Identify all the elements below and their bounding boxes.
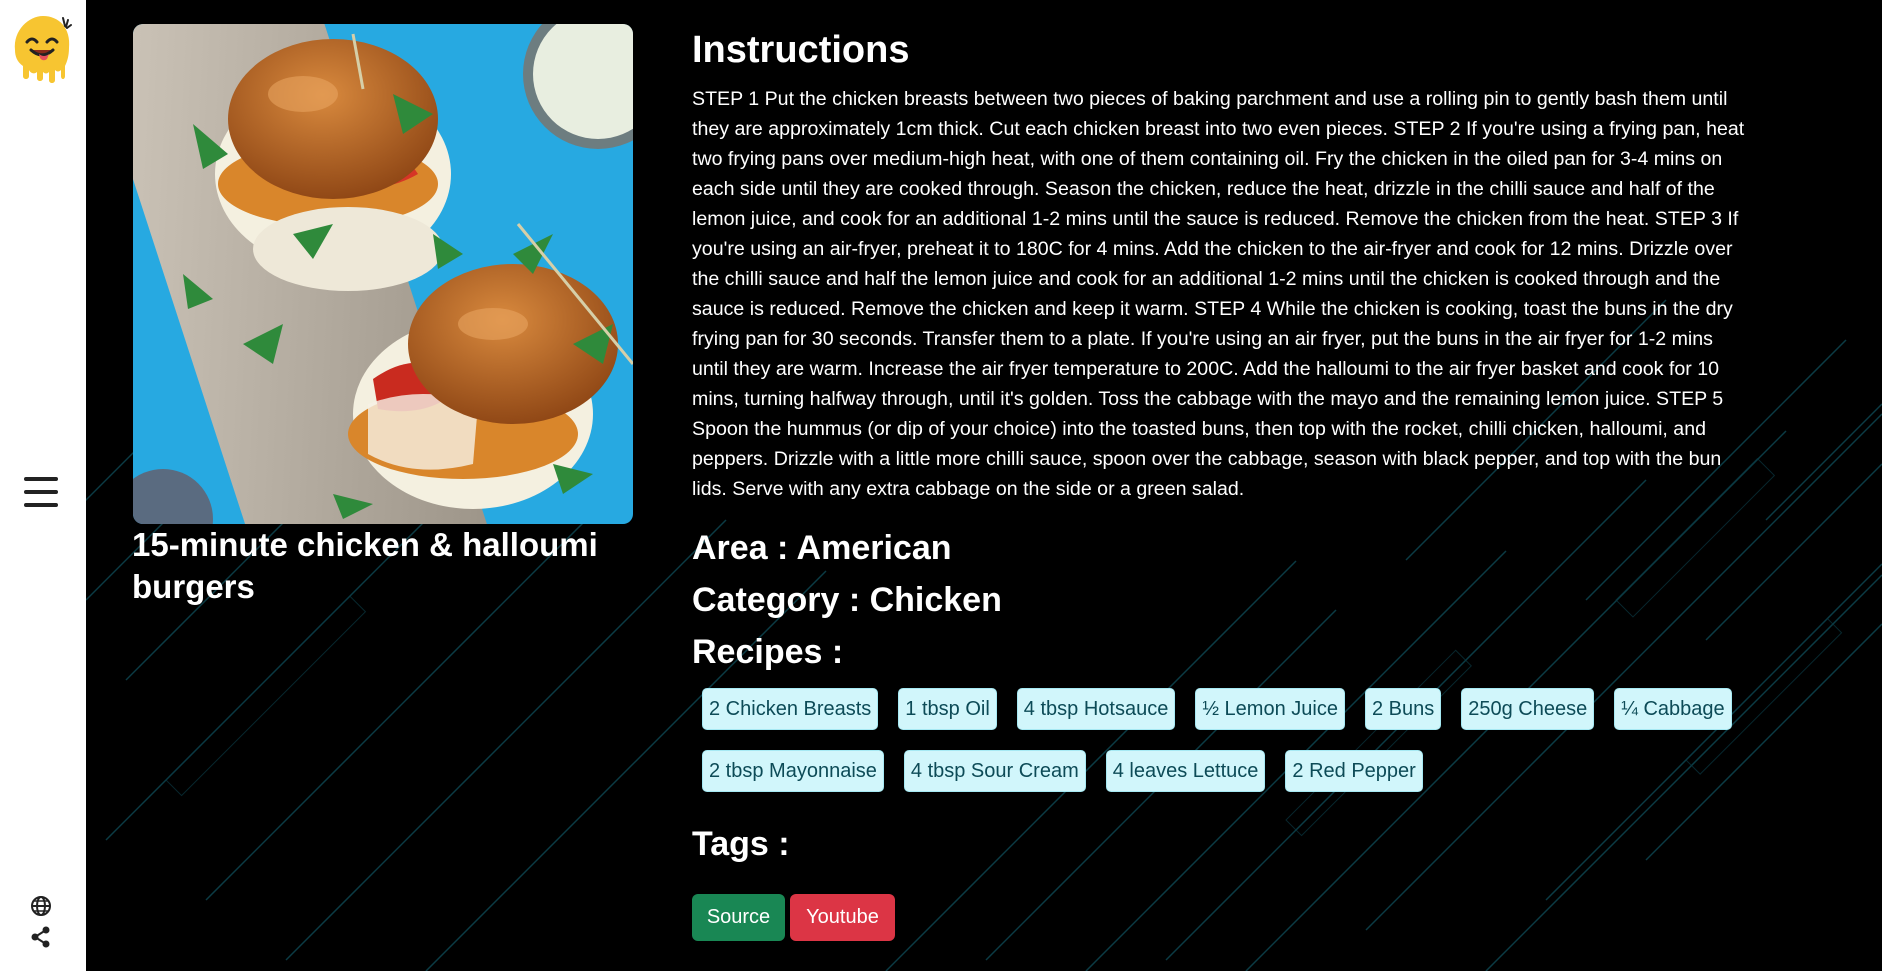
ingredient-chip[interactable]: ½ Lemon Juice xyxy=(1195,688,1345,730)
ingredient-chip[interactable]: 4 leaves Lettuce xyxy=(1105,750,1266,792)
instructions-text: STEP 1 Put the chicken breasts between t… xyxy=(692,88,1745,500)
ingredient-chip[interactable]: 2 tbsp Mayonnaise xyxy=(702,750,884,792)
ingredient-chip[interactable]: 2 Chicken Breasts xyxy=(702,688,879,730)
ingredient-chip[interactable]: 250g Cheese xyxy=(1461,688,1595,730)
source-button[interactable]: Source xyxy=(692,894,785,941)
ingredients-row: 2 tbsp Mayonnaise 4 tbsp Sour Cream 4 le… xyxy=(702,750,1752,792)
ingredient-chip[interactable]: 4 tbsp Hotsauce xyxy=(1016,688,1176,730)
sidebar xyxy=(0,0,86,971)
area-label: Area : American xyxy=(692,529,952,567)
category-label: Category : Chicken xyxy=(692,581,1002,619)
ingredients-row: 2 Chicken Breasts 1 tbsp Oil 4 tbsp Hots… xyxy=(702,688,1752,730)
tags-heading: Tags : xyxy=(692,825,790,863)
share-icon[interactable] xyxy=(30,926,52,948)
smiling-face-logo[interactable] xyxy=(11,12,73,84)
ingredient-chip[interactable]: 2 Red Pepper xyxy=(1285,750,1423,792)
hamburger-menu-icon[interactable] xyxy=(24,477,60,511)
meal-title: 15-minute chicken & halloumi burgers xyxy=(132,526,598,605)
ingredient-chip[interactable]: 2 Buns xyxy=(1364,688,1442,730)
ingredient-chip[interactable]: 1 tbsp Oil xyxy=(898,688,997,730)
recipes-heading: Recipes : xyxy=(692,633,844,671)
ingredient-chip[interactable]: 4 tbsp Sour Cream xyxy=(903,750,1086,792)
youtube-button[interactable]: Youtube xyxy=(790,894,895,941)
ingredient-chip[interactable]: ¼ Cabbage xyxy=(1614,688,1732,730)
ingredients-list: 2 Chicken Breasts 1 tbsp Oil 4 tbsp Hots… xyxy=(702,688,1752,812)
globe-icon[interactable] xyxy=(30,895,52,917)
meal-info: Instructions STEP 1 Put the chicken brea… xyxy=(692,22,1752,678)
instructions-heading: Instructions xyxy=(692,29,910,71)
meal-detail: 15-minute chicken & halloumi burgers Ins… xyxy=(86,0,1882,971)
burger-photo xyxy=(133,24,633,524)
